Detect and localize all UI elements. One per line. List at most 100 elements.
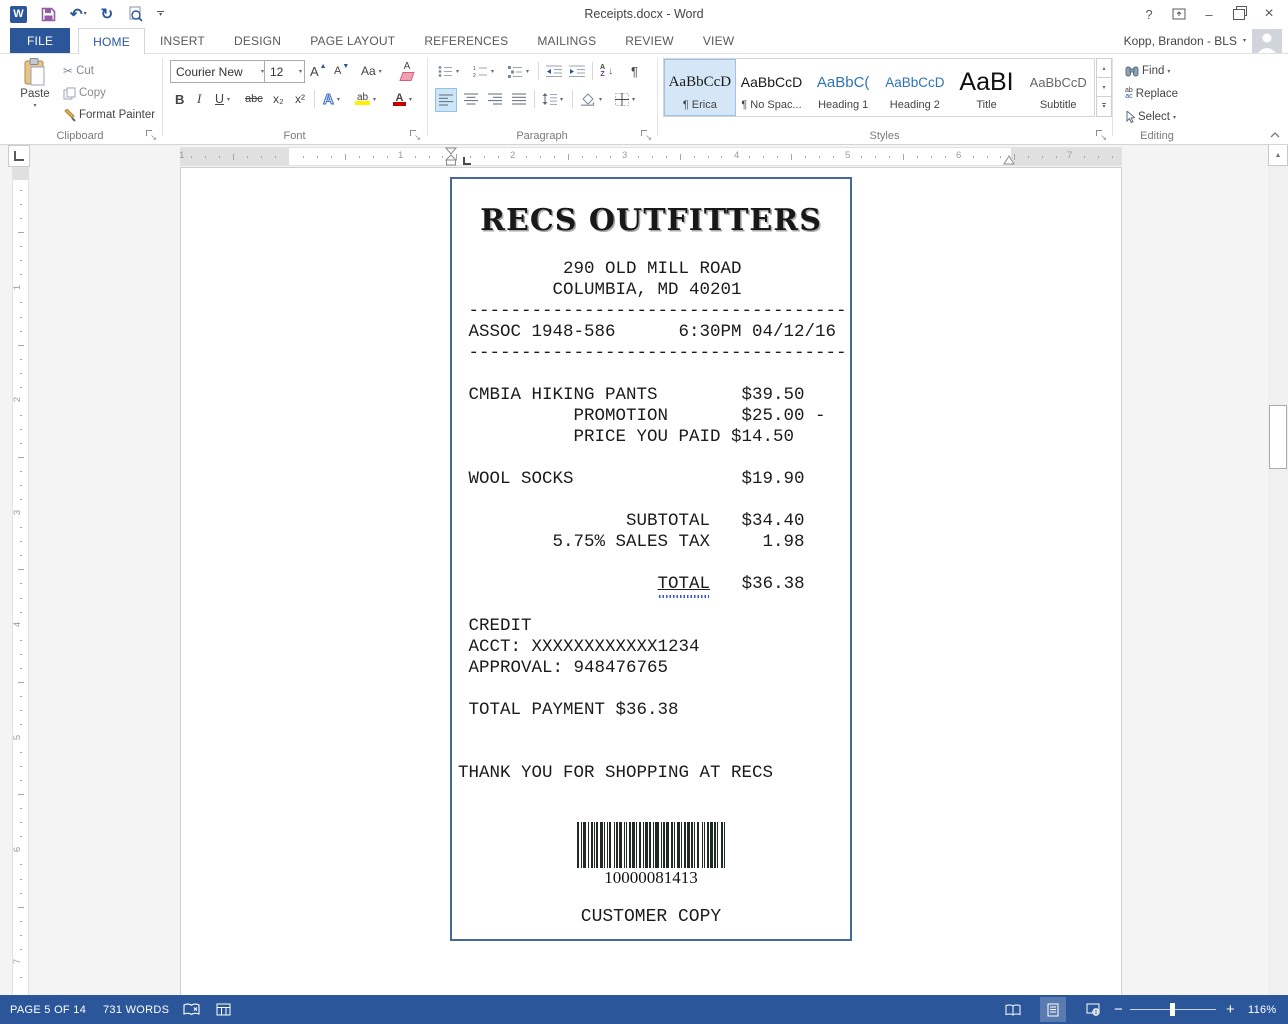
underline-button[interactable]: U ▾	[212, 88, 233, 110]
styles-more-button[interactable]: ▾	[1096, 96, 1112, 117]
find-button[interactable]: Find ▾	[1122, 60, 1173, 82]
bullets-button[interactable]: ▾	[435, 60, 462, 82]
indent-markers[interactable]	[445, 147, 457, 166]
align-center-button[interactable]	[461, 88, 481, 110]
change-case-button[interactable]: Aa ▾	[358, 60, 385, 82]
styles-scroll-down-button[interactable]: ▾	[1096, 77, 1112, 98]
numbering-button[interactable]: 12 ▾	[470, 60, 497, 82]
styles-scroll-up-button[interactable]: ▴	[1096, 58, 1112, 79]
document-page[interactable]: RECS OUTFITTERS 290 OLD MILL ROAD COLUMB…	[180, 167, 1122, 996]
style-item-heading-2[interactable]: AaBbCcDHeading 2	[879, 59, 951, 116]
format-painter-button[interactable]: Format Painter	[60, 104, 158, 126]
ruler-tick	[20, 822, 22, 823]
style-item-erica[interactable]: AaBbCcD¶ Erica	[664, 59, 736, 116]
font-size-combobox[interactable]: 12 ▾	[264, 60, 305, 83]
tab-stop-marker[interactable]	[463, 157, 471, 165]
close-button[interactable]: ×	[1254, 0, 1284, 28]
copy-button[interactable]: Copy	[60, 82, 109, 104]
font-family-combobox[interactable]: Courier New ▾	[170, 60, 267, 83]
tab-design[interactable]: DESIGN	[220, 28, 295, 53]
ribbon-tab-row: FILE HOMEINSERTDESIGNPAGE LAYOUTREFERENCE…	[0, 28, 1288, 53]
zoom-in-button[interactable]: +	[1226, 995, 1235, 1024]
zoom-out-button[interactable]: −	[1114, 995, 1123, 1024]
tab-home[interactable]: HOME	[78, 28, 145, 54]
font-dialog-launcher[interactable]	[410, 130, 421, 141]
style-item-title[interactable]: AaBITitle	[951, 59, 1023, 116]
justify-button[interactable]	[509, 88, 529, 110]
tab-review[interactable]: REVIEW	[611, 28, 688, 53]
zoom-slider-thumb[interactable]	[1170, 1003, 1175, 1016]
proofing-status[interactable]	[183, 995, 200, 1024]
tab-selector-icon	[14, 151, 24, 161]
tab-file[interactable]: FILE	[10, 28, 70, 53]
print-preview-button[interactable]	[127, 6, 143, 22]
h-ruler[interactable]: 11234567	[180, 147, 1122, 166]
vertical-scrollbar[interactable]: ▲	[1268, 143, 1288, 995]
replace-button[interactable]: abac Replace	[1122, 83, 1181, 105]
web-layout-button[interactable]	[1080, 997, 1106, 1022]
tab-mailings[interactable]: MAILINGS	[523, 28, 610, 53]
increase-indent-button[interactable]	[566, 60, 588, 82]
font-color-button[interactable]: A ▾	[390, 88, 415, 110]
borders-button[interactable]: ▾	[612, 88, 638, 110]
shrink-font-button[interactable]: A▼	[331, 60, 352, 82]
undo-dropdown[interactable]: ▾	[84, 11, 87, 17]
ribbon-display-options-button[interactable]	[1164, 0, 1194, 28]
align-right-button[interactable]	[485, 88, 505, 110]
italic-button[interactable]: I	[194, 88, 204, 110]
help-button[interactable]: ?	[1134, 0, 1164, 28]
bold-button[interactable]: B	[172, 88, 187, 110]
tab-page-layout[interactable]: PAGE LAYOUT	[296, 28, 409, 53]
tab-view[interactable]: VIEW	[689, 28, 748, 53]
tab-insert[interactable]: INSERT	[146, 28, 219, 53]
h-ruler-number: 6	[956, 150, 961, 161]
align-left-button[interactable]	[435, 88, 457, 112]
scroll-up-button[interactable]: ▲	[1268, 144, 1288, 166]
save-button[interactable]	[41, 7, 56, 22]
paste-button[interactable]: Paste ▾	[10, 58, 60, 120]
paragraph-dialog-launcher[interactable]	[641, 130, 652, 141]
undo-button[interactable]: ↶ ▾	[70, 7, 87, 22]
word-count[interactable]: 731 WORDS	[103, 995, 169, 1024]
macro-recording-status[interactable]	[216, 995, 231, 1024]
sort-button[interactable]: AZ ↓	[597, 60, 616, 82]
clipboard-dialog-launcher[interactable]	[146, 130, 157, 141]
subscript-button[interactable]: x₂	[270, 88, 287, 110]
multilevel-list-button[interactable]: ▾	[505, 60, 532, 82]
highlight-button[interactable]: ab ▾	[352, 88, 379, 110]
read-mode-button[interactable]	[1000, 997, 1026, 1022]
redo-button[interactable]: ↻	[101, 7, 114, 22]
clear-formatting-button[interactable]: A	[398, 60, 416, 82]
v-ruler[interactable]: 1234567	[12, 167, 29, 997]
tab-references[interactable]: REFERENCES	[410, 28, 522, 53]
page-indicator[interactable]: PAGE 5 OF 14	[10, 995, 86, 1024]
style-item-subtitle[interactable]: AaBbCcDSubtitle	[1022, 59, 1094, 116]
text-effects-button[interactable]: A ▾	[320, 88, 343, 110]
group-divider	[1112, 58, 1113, 136]
style-item-heading-1[interactable]: AaBbC(Heading 1	[807, 59, 879, 116]
select-button[interactable]: Select ▾	[1122, 106, 1179, 128]
receipt-text-box[interactable]: RECS OUTFITTERS 290 OLD MILL ROAD COLUMB…	[450, 177, 852, 941]
restore-button[interactable]	[1224, 0, 1254, 28]
style-item-no-spac[interactable]: AaBbCcD¶ No Spac...	[736, 59, 808, 116]
styles-dialog-launcher[interactable]	[1096, 130, 1107, 141]
cut-button[interactable]: ✂ Cut	[60, 60, 97, 82]
ruler-tick	[945, 156, 946, 158]
grow-font-button[interactable]: A▲	[307, 60, 330, 82]
customize-qat-button[interactable]: ▾	[157, 11, 164, 18]
minimize-button[interactable]: –	[1194, 0, 1224, 28]
right-indent-marker[interactable]	[1003, 155, 1015, 165]
shading-button[interactable]: ▾	[578, 88, 605, 110]
superscript-button[interactable]: x²	[292, 88, 308, 110]
print-layout-button[interactable]	[1040, 997, 1066, 1022]
line-spacing-button[interactable]: ▾	[539, 88, 566, 110]
font-family-value: Courier New	[176, 65, 243, 79]
show-hide-marks-button[interactable]: ¶	[628, 60, 641, 82]
account-area[interactable]: Kopp, Brandon - BLS ▾	[1124, 28, 1282, 53]
collapse-ribbon-button[interactable]	[1266, 124, 1284, 146]
decrease-indent-button[interactable]	[543, 60, 565, 82]
zoom-level[interactable]: 116%	[1248, 995, 1277, 1024]
scrollbar-thumb[interactable]	[1269, 405, 1287, 469]
strikethrough-button[interactable]: abc	[242, 88, 266, 110]
tab-selector[interactable]	[8, 145, 30, 167]
